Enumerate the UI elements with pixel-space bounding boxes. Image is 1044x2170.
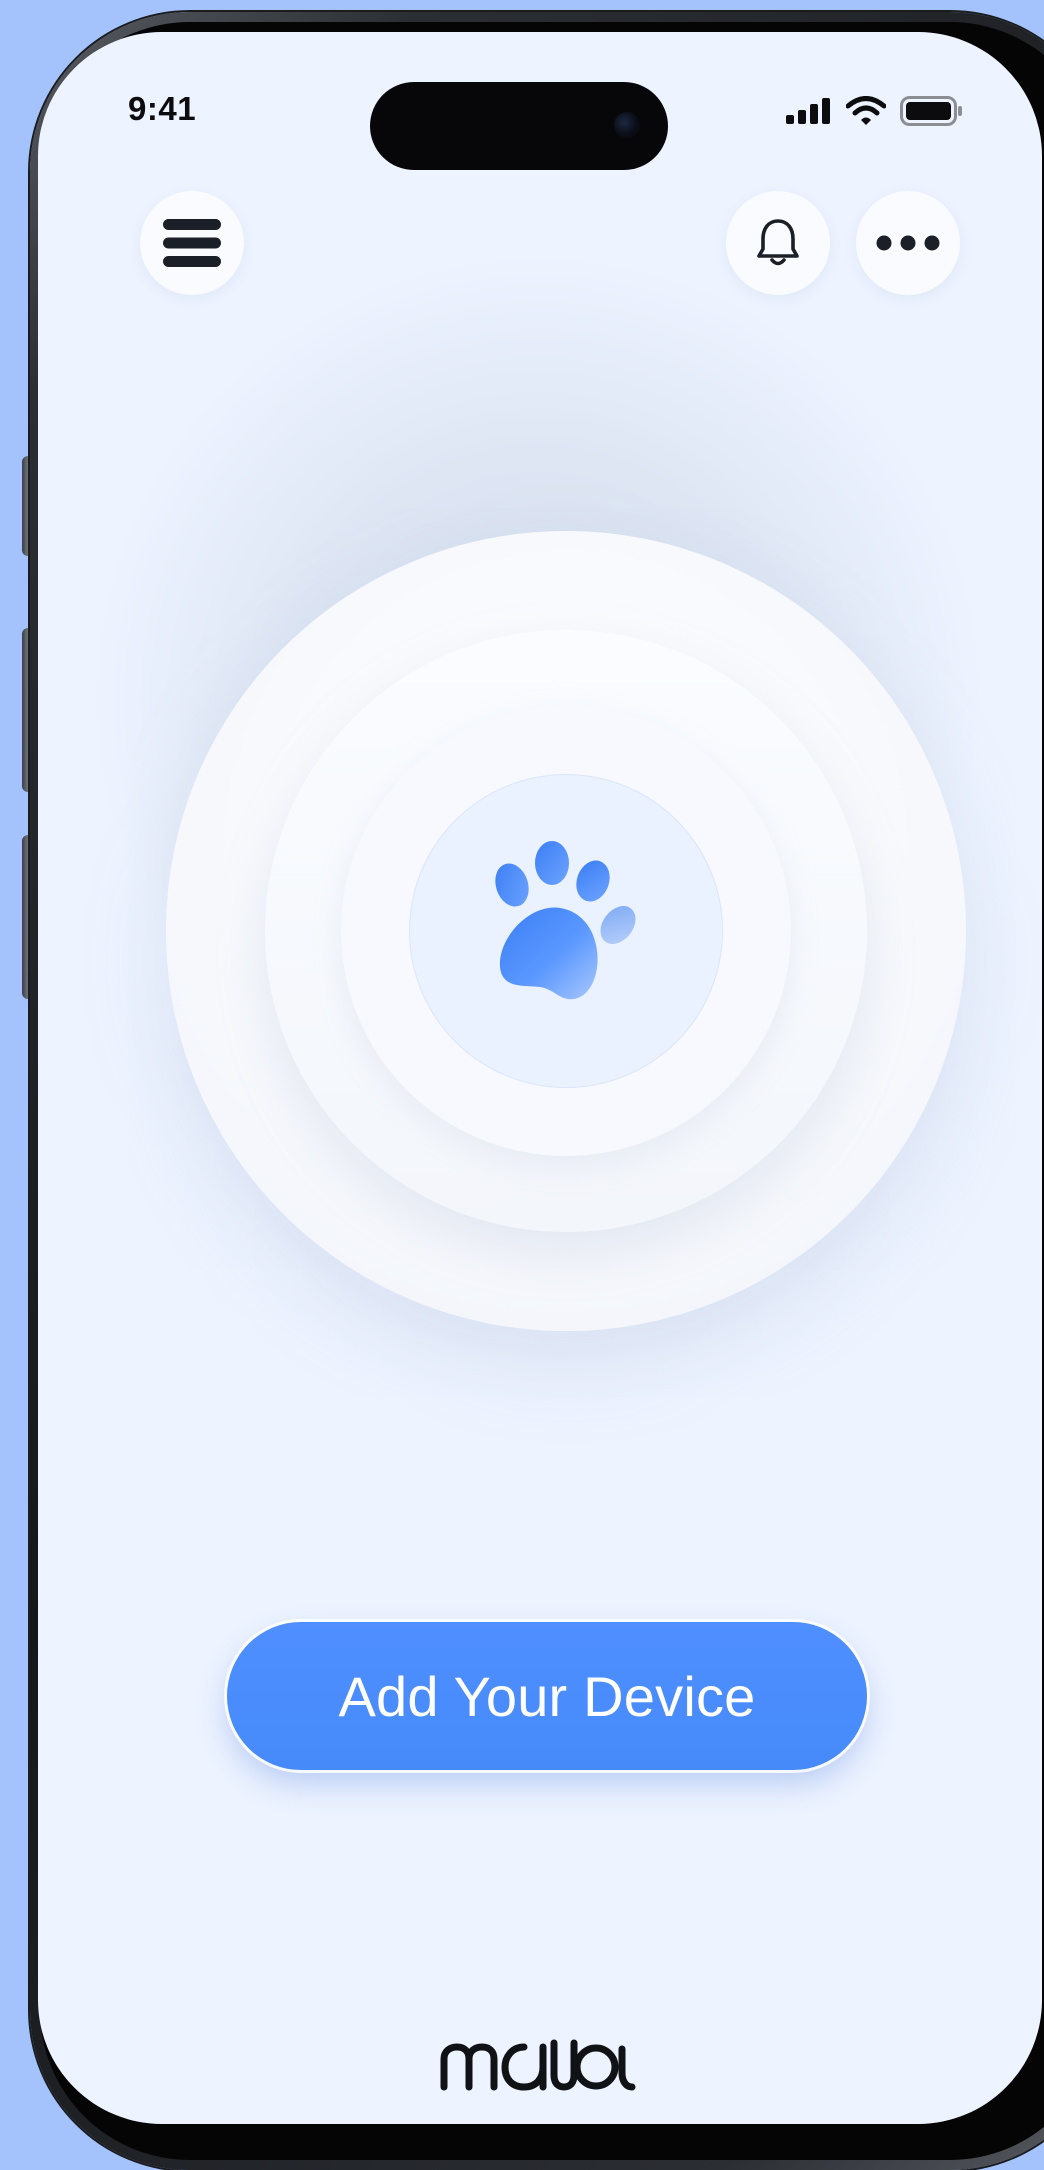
- device-mockup-scene: 9:41 Add Your Device: [0, 0, 1044, 2170]
- notifications-button[interactable]: [726, 191, 830, 295]
- menu-icon: [163, 219, 221, 267]
- add-device-button-label: Add Your Device: [338, 1664, 756, 1728]
- bell-icon: [757, 219, 799, 266]
- cellular-signal-icon: [786, 98, 830, 124]
- wifi-icon: [846, 96, 886, 125]
- dynamic-island: [370, 82, 668, 170]
- mallow-logo: [440, 2039, 636, 2091]
- battery-icon: [900, 96, 962, 126]
- app-screen: 9:41 Add Your Device: [38, 32, 1042, 2124]
- front-camera-icon: [614, 112, 640, 138]
- more-options-button[interactable]: [856, 191, 960, 295]
- status-time: 9:41: [128, 90, 197, 127]
- paw-icon: [495, 841, 636, 1000]
- menu-button[interactable]: [140, 191, 244, 295]
- more-dots-icon: [876, 235, 940, 251]
- status-icons: [786, 94, 964, 128]
- add-device-button[interactable]: Add Your Device: [227, 1622, 867, 1770]
